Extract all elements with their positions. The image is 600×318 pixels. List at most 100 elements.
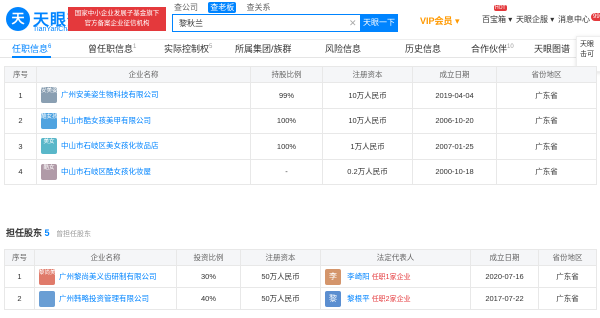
company-link[interactable]: 中山市石岐区酷女孩化妆屋 [61, 167, 151, 176]
company-link[interactable]: 广州安美姿生物科技有限公司 [61, 90, 159, 99]
tab-count: 6 [48, 44, 52, 50]
col-header: 投资比例 [176, 249, 241, 266]
registered-capital: 0.2万人民币 [322, 158, 413, 185]
tab-partners[interactable]: 合作伙伴10 [471, 40, 514, 58]
col-header: 序号 [4, 249, 35, 266]
promo-banner[interactable]: 国家中小企业发展子基金旗下 官方备案企业征信机构 [68, 7, 166, 31]
tab-actual-control[interactable]: 实际控制权5 [164, 40, 212, 58]
row-number: 1 [4, 82, 37, 109]
registered-capital: 10万人民币 [322, 107, 413, 134]
search-tab-company[interactable]: 查公司 [172, 2, 200, 13]
profile-tabs: 任职信息6 曾任职信息1 实际控制权5 所属集团/族群 风险信息 历史信息 合作… [0, 40, 600, 58]
tab-history[interactable]: 历史信息 [405, 40, 441, 58]
col-header: 省份地区 [538, 249, 597, 266]
chevron-down-icon: ▾ [550, 15, 555, 24]
table-header-row: 序号 企业名称 投资比例 注册资本 法定代表人 成立日期 省份地区 [4, 249, 597, 266]
company-logo: 酷女 [41, 163, 57, 180]
shareholder-table: 序号 企业名称 投资比例 注册资本 法定代表人 成立日期 省份地区 1 黎尚美广… [4, 249, 597, 310]
table-row: 3 美女 中山市石岐区美女孩化妆品店 100% 1万人民币 2007-01-25 … [4, 133, 597, 160]
col-header: 序号 [4, 66, 37, 83]
col-header: 企业名称 [36, 66, 251, 83]
vip-label: VIP会员 [420, 16, 453, 26]
nav-toolbox[interactable]: 百宝箱 ▾ [482, 14, 512, 25]
company-link[interactable]: 广州黎尚美义齿研制有限公司 [59, 271, 157, 280]
popup-line-2: 击可 [580, 51, 594, 58]
tab-count: 1 [133, 44, 137, 50]
founded-date: 2020-07-16 [470, 265, 539, 288]
share-ratio: 100% [250, 107, 323, 134]
nav-enterprise-service[interactable]: 天眼企服 ▾ [516, 14, 554, 25]
logo-icon: 天 [6, 7, 30, 31]
col-header: 注册资本 [240, 249, 321, 266]
tab-label: 历史信息 [405, 44, 442, 54]
tab-former-positions[interactable]: 曾任职信息1 [88, 40, 136, 58]
nav-messages[interactable]: 消息中心 [558, 14, 590, 25]
row-number: 2 [4, 107, 37, 134]
company-link[interactable]: 中山市酷女孩美甲有限公司 [61, 116, 151, 125]
search-button[interactable]: 天眼一下 [360, 14, 398, 32]
company-cell: 黎尚美 广州黎尚美义齿研制有限公司 [34, 265, 177, 288]
former-shareholder-link[interactable]: 曾担任股东 [56, 231, 91, 238]
company-logo: 安美姿 [41, 87, 58, 104]
company-link[interactable]: 中山市石岐区美女孩化妆品店 [61, 141, 159, 150]
search-type-tabs: 查公司 查老板 查关系 [172, 2, 278, 14]
registered-capital: 10万人民币 [322, 82, 413, 109]
registered-capital: 50万人民币 [240, 265, 321, 288]
col-header: 持股比例 [250, 66, 323, 83]
top-header: 天 天眼查 TianYanCha.com 国家中小企业发展子基金旗下 官方备案企… [0, 0, 600, 40]
company-cell: 美女 中山市石岐区美女孩化妆品店 [36, 133, 251, 160]
region: 广东省 [496, 133, 597, 160]
region: 广东省 [538, 265, 597, 288]
company-cell: 广州韩略投资管理有限公司 [34, 287, 177, 310]
tab-label: 合作伙伴 [471, 44, 508, 54]
tab-label: 所属集团/族群 [235, 44, 292, 54]
related-companies-link[interactable]: 任职1家企业 [372, 273, 411, 280]
chevron-down-icon: ▾ [455, 16, 460, 26]
table-header-row: 序号 企业名称 持股比例 注册资本 成立日期 省份地区 [4, 66, 597, 83]
vip-link[interactable]: VIP会员 ▾ [420, 14, 460, 27]
legal-rep-link[interactable]: 黎根平 [347, 293, 370, 302]
company-logo: 黎尚美 [39, 268, 56, 285]
share-ratio: - [250, 158, 323, 185]
registered-capital: 1万人民币 [322, 133, 413, 160]
tab-group[interactable]: 所属集团/族群 [235, 40, 292, 58]
tab-risk[interactable]: 风险信息 [325, 40, 361, 58]
section-count: 5 [44, 228, 50, 238]
nav-enterprise-label: 天眼企服 [516, 15, 548, 24]
founded-date: 2019-04-04 [412, 82, 497, 109]
hot-badge: HOT [494, 5, 507, 11]
founded-date: 2007-01-25 [412, 133, 497, 160]
founded-date: 2017-07-22 [470, 287, 539, 310]
share-ratio: 100% [250, 133, 323, 160]
search-tab-boss[interactable]: 查老板 [208, 2, 237, 13]
col-header: 成立日期 [412, 66, 497, 83]
related-companies-link[interactable]: 任职2家企业 [372, 295, 411, 302]
legal-rep-link[interactable]: 李崎阳 [347, 271, 370, 280]
company-link[interactable]: 广州韩略投资管理有限公司 [59, 293, 149, 302]
clear-icon[interactable]: ✕ [349, 18, 357, 29]
tab-current-positions[interactable]: 任职信息6 [12, 40, 52, 58]
tab-graph[interactable]: 天眼图谱 [534, 40, 570, 58]
tab-label: 任职信息 [12, 44, 49, 54]
invest-ratio: 30% [176, 265, 241, 288]
search-tab-relation[interactable]: 查关系 [244, 2, 272, 13]
shareholder-section-title: 担任股东 5 曾担任股东 [6, 226, 91, 239]
row-number: 2 [4, 287, 35, 310]
col-header: 企业名称 [34, 249, 177, 266]
region: 广东省 [496, 158, 597, 185]
company-cell: 酷女 中山市石岐区酷女孩化妆屋 [36, 158, 251, 185]
search-input[interactable] [172, 14, 360, 32]
table-row: 1 安美姿 广州安美姿生物科技有限公司 99% 10万人民币 2019-04-04… [4, 82, 597, 109]
tab-label: 天眼图谱 [534, 44, 571, 54]
company-logo [39, 290, 55, 307]
legal-rep-cell: 李 李崎阳 任职1家企业 [320, 265, 471, 288]
banner-line-2: 官方备案企业征信机构 [84, 20, 150, 27]
founded-date: 2000-10-18 [412, 158, 497, 185]
table-row: 1 黎尚美 广州黎尚美义齿研制有限公司 30% 50万人民币 李 李崎阳 任职1家… [4, 265, 597, 288]
avatar: 李 [325, 268, 341, 285]
tab-label: 曾任职信息 [88, 44, 134, 54]
positions-table: 序号 企业名称 持股比例 注册资本 成立日期 省份地区 1 安美姿 广州安美姿生物… [4, 66, 597, 185]
tab-count: 10 [507, 44, 514, 50]
company-logo: 美女 [41, 138, 57, 155]
tab-count: 5 [209, 44, 213, 50]
